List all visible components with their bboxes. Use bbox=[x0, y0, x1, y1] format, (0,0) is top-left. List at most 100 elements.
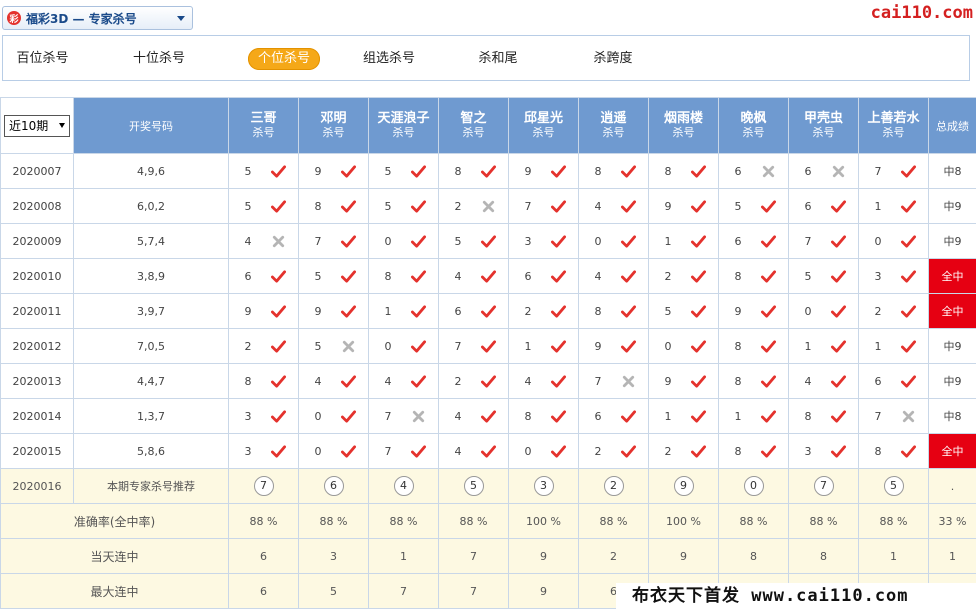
check-icon bbox=[691, 409, 706, 423]
check-icon bbox=[761, 374, 776, 388]
expert-sub-label: 杀号 bbox=[812, 126, 835, 139]
period-select[interactable]: 近10期 bbox=[4, 114, 70, 137]
kill-number: 7 bbox=[594, 374, 602, 388]
check-icon bbox=[481, 304, 496, 318]
check-icon bbox=[551, 304, 566, 318]
kill-number: 6 bbox=[454, 304, 462, 318]
stat-value: 7 bbox=[368, 573, 439, 609]
kill-number: 8 bbox=[594, 164, 602, 178]
expert-header-4[interactable]: 邱星光 杀号 bbox=[508, 97, 579, 154]
expert-name[interactable]: 烟雨楼 bbox=[649, 111, 718, 126]
expert-name[interactable]: 甲壳虫 bbox=[789, 111, 858, 126]
expert-header-8[interactable]: 甲壳虫 杀号 bbox=[788, 97, 859, 154]
kill-number: 8 bbox=[734, 374, 742, 388]
tab-4[interactable]: 杀和尾 bbox=[475, 48, 521, 70]
check-icon bbox=[271, 374, 286, 388]
kill-cell: 3 bbox=[228, 433, 299, 469]
check-icon bbox=[621, 164, 636, 178]
result-cell: 中8 bbox=[928, 153, 976, 189]
kill-cell: 9 bbox=[508, 153, 579, 189]
lottery-type-select[interactable]: 彩 福彩3D — 专家杀号 bbox=[2, 6, 193, 30]
expert-header-0[interactable]: 三哥 杀号 bbox=[228, 97, 299, 154]
result-cell: 中9 bbox=[928, 223, 976, 259]
check-icon bbox=[551, 409, 566, 423]
kill-cell: 7 bbox=[368, 433, 439, 469]
expert-header-9[interactable]: 上善若水 杀号 bbox=[858, 97, 929, 154]
stat-value: 88 % bbox=[718, 503, 789, 539]
cross-icon bbox=[272, 235, 285, 247]
check-icon bbox=[621, 269, 636, 283]
kill-cell: 1 bbox=[508, 328, 579, 364]
check-icon bbox=[691, 444, 706, 458]
kill-number: 8 bbox=[454, 164, 462, 178]
expert-header-2[interactable]: 天涯浪子 杀号 bbox=[368, 97, 439, 154]
result-cell: 全中 bbox=[928, 258, 976, 294]
expert-name[interactable]: 邱星光 bbox=[509, 111, 578, 126]
kill-number: 6 bbox=[734, 164, 742, 178]
expert-header-6[interactable]: 烟雨楼 杀号 bbox=[648, 97, 719, 154]
stat-value: 1 bbox=[368, 538, 439, 574]
stat-total: 33 % bbox=[928, 503, 976, 539]
cross-icon bbox=[762, 165, 775, 177]
check-icon bbox=[341, 269, 356, 283]
expert-header-5[interactable]: 逍遥 杀号 bbox=[578, 97, 649, 154]
expert-name[interactable]: 上善若水 bbox=[859, 111, 928, 126]
kill-cell: 0 bbox=[368, 223, 439, 259]
period-select-label: 近10期 bbox=[9, 119, 49, 133]
table-row: 2020008 6,0,2 5 8 5 2 7 4 9 5 6 1 中9 bbox=[0, 188, 976, 224]
kill-cell: 9 bbox=[718, 293, 789, 329]
recommend-ball: 2 bbox=[603, 476, 624, 496]
cross-icon bbox=[342, 340, 355, 352]
recommend-label: 本期专家杀号推荐 bbox=[73, 468, 229, 504]
stat-label: 最大连中 bbox=[0, 573, 229, 609]
kill-number: 7 bbox=[454, 339, 462, 353]
stat-row: 当天连中 6 3 1 7 9 2 9 8 8 1 1 bbox=[0, 538, 976, 574]
check-icon bbox=[411, 374, 426, 388]
stat-value: 88 % bbox=[788, 503, 859, 539]
kill-cell: 0 bbox=[298, 433, 369, 469]
kill-number: 1 bbox=[664, 409, 672, 423]
check-icon bbox=[831, 269, 846, 283]
stat-value: 2 bbox=[578, 538, 649, 574]
table-row: 2020011 3,9,7 9 9 1 6 2 8 5 9 0 2 全中 bbox=[0, 293, 976, 329]
tab-3[interactable]: 组选杀号 bbox=[359, 48, 419, 70]
check-icon bbox=[481, 269, 496, 283]
expert-header-1[interactable]: 邓明 杀号 bbox=[298, 97, 369, 154]
expert-name[interactable]: 智之 bbox=[439, 111, 508, 126]
expert-header-7[interactable]: 晚枫 杀号 bbox=[718, 97, 789, 154]
kill-number: 1 bbox=[524, 339, 532, 353]
kill-cell: 1 bbox=[788, 328, 859, 364]
check-icon bbox=[691, 304, 706, 318]
table-row: 2020012 7,0,5 2 5 0 7 1 9 0 8 1 1 中9 bbox=[0, 328, 976, 364]
kill-cell: 8 bbox=[718, 433, 789, 469]
site-logo[interactable]: cai110.com bbox=[871, 3, 973, 23]
check-icon bbox=[831, 374, 846, 388]
expert-header-3[interactable]: 智之 杀号 bbox=[438, 97, 509, 154]
recommend-cell: 7 bbox=[228, 468, 299, 504]
kill-cell: 4 bbox=[368, 363, 439, 399]
tab-5[interactable]: 杀跨度 bbox=[590, 48, 636, 70]
check-icon bbox=[271, 444, 286, 458]
expert-name[interactable]: 晚枫 bbox=[719, 111, 788, 126]
expert-name[interactable]: 邓明 bbox=[299, 111, 368, 126]
kill-cell: 4 bbox=[438, 398, 509, 434]
tab-2[interactable]: 个位杀号 bbox=[248, 48, 320, 70]
kill-cell: 3 bbox=[508, 223, 579, 259]
kill-number: 9 bbox=[314, 304, 322, 318]
kill-number: 6 bbox=[804, 164, 812, 178]
tab-1[interactable]: 十位杀号 bbox=[129, 48, 189, 70]
kill-cell: 0 bbox=[578, 223, 649, 259]
stat-total: 1 bbox=[928, 538, 976, 574]
expert-name[interactable]: 三哥 bbox=[229, 111, 298, 126]
check-icon bbox=[481, 339, 496, 353]
expert-name[interactable]: 天涯浪子 bbox=[369, 111, 438, 126]
kill-number: 6 bbox=[874, 374, 882, 388]
tab-0[interactable]: 百位杀号 bbox=[15, 48, 70, 70]
kill-number: 0 bbox=[384, 234, 392, 248]
kill-cell: 9 bbox=[298, 153, 369, 189]
draw-cell: 5,8,6 bbox=[73, 433, 229, 469]
stat-label: 当天连中 bbox=[0, 538, 229, 574]
kill-number: 6 bbox=[734, 234, 742, 248]
expert-name[interactable]: 逍遥 bbox=[579, 111, 648, 126]
kill-cell: 8 bbox=[648, 153, 719, 189]
